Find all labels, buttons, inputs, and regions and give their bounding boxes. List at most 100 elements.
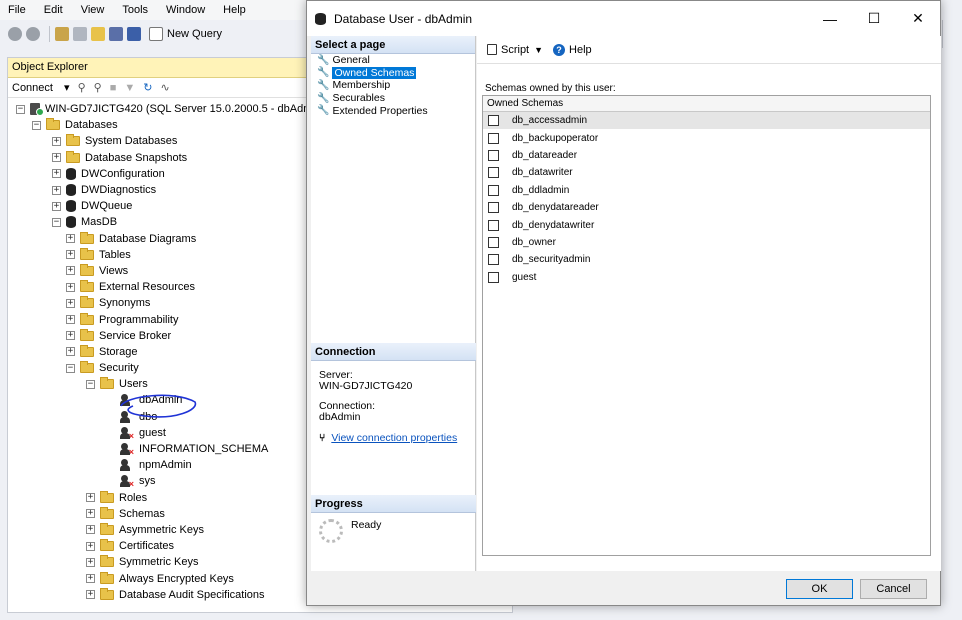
collapse-icon[interactable]: − [86,379,95,389]
page-item[interactable]: 🔧 Securables [311,92,475,105]
close-button[interactable]: ✕ [896,1,940,36]
expand-icon[interactable]: + [66,315,75,325]
forward-icon[interactable] [26,27,40,41]
expand-icon[interactable]: + [86,541,95,551]
menu-help[interactable]: Help [223,4,246,16]
schema-row: db_accessadmin [483,112,930,130]
tree-node-label: npmAdmin [139,459,192,472]
tree-node-label: Security [99,362,139,375]
expand-icon[interactable]: + [52,185,61,195]
stop-icon[interactable]: ■ [110,82,117,94]
progress-row: Ready [311,513,476,549]
view-connection-properties-link[interactable]: View connection properties [331,433,457,444]
grid-header-owned-schemas: Owned Schemas [483,96,930,112]
disconnect-icon[interactable]: ⚲ [94,81,102,94]
expand-icon[interactable]: + [86,574,95,584]
collapse-icon[interactable]: − [32,120,41,130]
page-item[interactable]: 🔧 Membership [311,79,475,92]
owned-schemas-pane: Script ▼ ? Help Schemas owned by this us… [477,36,941,571]
tree-node-label: Databases [65,119,118,132]
folder-icon [80,263,94,276]
tree-node-label: Tables [99,248,131,261]
maximize-button[interactable]: ☐ [852,1,896,36]
folder-icon [100,377,114,390]
open-folder-icon[interactable] [91,27,105,41]
user-icon [120,459,134,472]
ok-button[interactable]: OK [786,579,853,599]
save-all-icon[interactable] [127,27,141,41]
folder-icon [80,328,94,341]
collapse-icon[interactable]: − [52,217,61,227]
expand-icon[interactable]: + [52,136,61,146]
filter-icon[interactable]: ▼ [124,82,135,94]
expand-icon[interactable]: + [66,234,75,244]
expand-icon[interactable]: + [52,153,61,163]
schema-checkbox[interactable] [488,254,499,266]
schema-checkbox[interactable] [488,149,499,161]
help-button[interactable]: ? Help [553,43,592,56]
menu-view[interactable]: View [81,4,105,16]
tree-node-label: Schemas [119,507,165,520]
schema-checkbox[interactable] [488,115,499,127]
schema-checkbox[interactable] [488,184,499,196]
page-item-label: Securables [332,92,385,105]
expand-icon[interactable]: + [66,331,75,341]
expand-icon[interactable]: + [66,250,75,260]
expand-icon[interactable]: + [86,493,95,503]
progress-status: Ready [351,519,382,531]
save-icon[interactable] [109,27,123,41]
select-page-header: Select a page [311,36,475,54]
tree-node-label: WIN-GD7JICTG420 (SQL Server 15.0.2000.5 … [45,103,325,116]
refresh-icon[interactable]: ↻ [143,81,152,94]
schema-checkbox[interactable] [488,271,499,283]
expand-icon[interactable]: + [86,557,95,567]
back-icon[interactable] [8,27,22,41]
expand-icon[interactable]: + [52,201,61,211]
menu-window[interactable]: Window [166,4,205,16]
dialog-toolbar: Script ▼ ? Help [477,36,941,64]
new-query-label: New Query [167,28,223,40]
activity-monitor-icon[interactable]: ∿ [160,81,169,94]
page-item[interactable]: 🔧 Owned Schemas [311,66,475,80]
schema-checkbox[interactable] [488,132,499,144]
folder-icon [100,522,114,535]
connect-object-icon[interactable]: ⚲ [78,81,86,94]
new-project-icon[interactable] [55,27,69,41]
collapse-icon[interactable]: − [66,363,75,373]
cancel-button[interactable]: Cancel [860,579,927,599]
expand-icon[interactable]: + [66,282,75,292]
script-button[interactable]: Script ▼ [487,44,543,56]
user-disabled-icon: × [120,475,134,489]
schema-row: db_owner [483,234,930,251]
new-query-icon [149,27,163,41]
collapse-icon[interactable]: − [16,104,25,114]
menu-file[interactable]: File [8,4,26,16]
menu-tools[interactable]: Tools [122,4,148,16]
schema-checkbox[interactable] [488,236,499,248]
schema-checkbox[interactable] [488,167,499,179]
expand-icon[interactable]: + [86,525,95,535]
database-icon [66,216,76,229]
page-item[interactable]: 🔧 General [311,54,475,67]
expand-icon[interactable]: + [86,590,95,600]
folder-icon [66,134,80,147]
database-user-dialog: Database User - dbAdmin — ☐ ✕ Select a p… [306,0,941,606]
add-item-icon[interactable] [73,27,87,41]
tree-node-label: Service Broker [99,329,172,342]
user-disabled-icon: × [120,443,134,457]
expand-icon[interactable]: + [52,169,61,179]
schema-checkbox[interactable] [488,219,499,231]
expand-icon[interactable]: + [66,298,75,308]
expand-icon[interactable]: + [86,509,95,519]
connect-button[interactable]: Connect ▾ [12,81,70,94]
expand-icon[interactable]: + [66,347,75,357]
tree-node-label: dbAdmin [139,394,183,407]
tree-node-label: DWConfiguration [81,167,165,180]
expand-icon[interactable]: + [66,266,75,276]
menu-edit[interactable]: Edit [44,4,63,16]
page-item-label: Extended Properties [332,104,428,117]
schema-checkbox[interactable] [488,202,499,214]
new-query-button[interactable]: New Query [149,27,222,41]
minimize-button[interactable]: — [808,1,852,36]
page-item[interactable]: 🔧 Extended Properties [311,104,475,117]
